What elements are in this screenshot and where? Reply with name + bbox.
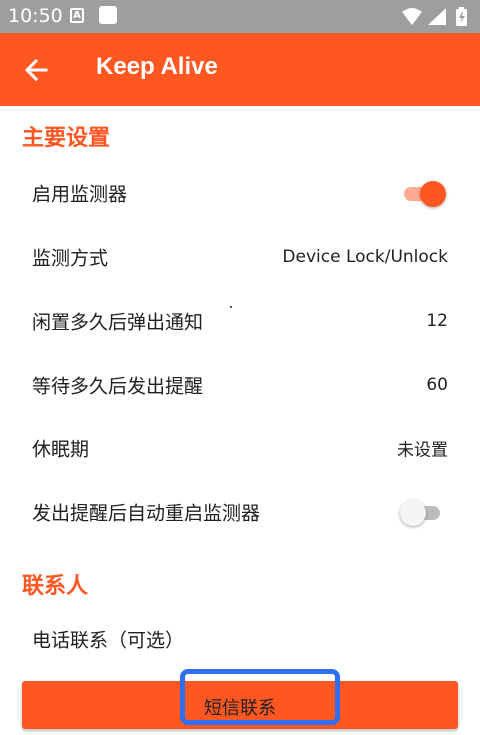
- wait-alert-value: 60: [426, 375, 448, 395]
- status-time: 10:50: [8, 5, 63, 27]
- idle-notify-label: 闲置多久后弹出通知: [32, 311, 204, 334]
- page-title: Keep Alive: [96, 53, 218, 80]
- auto-restart-label: 发出提醒后自动重启监测器: [32, 502, 261, 525]
- stray-dot: [230, 306, 232, 308]
- wifi-icon: [402, 8, 422, 25]
- phone-contact-label: 电话联系（可选）: [32, 629, 185, 652]
- notification-square-icon: [99, 6, 117, 24]
- rest-period-label: 休眠期: [32, 438, 90, 461]
- idle-notify-row[interactable]: 闲置多久后弹出通知 12: [0, 289, 480, 353]
- enable-monitor-row[interactable]: 启用监测器: [0, 161, 480, 225]
- signal-icon: [428, 8, 446, 25]
- section-title-main-settings: 主要设置: [22, 126, 111, 151]
- sms-contact-button[interactable]: 短信联系: [22, 681, 458, 729]
- auto-restart-row[interactable]: 发出提醒后自动重启监测器: [0, 480, 480, 544]
- app-bar: Keep Alive: [0, 33, 480, 106]
- wait-alert-label: 等待多久后发出提醒: [32, 375, 204, 398]
- back-button[interactable]: [18, 51, 56, 89]
- idle-notify-value: 12: [426, 311, 448, 331]
- section-title-contacts: 联系人: [22, 574, 89, 599]
- enable-monitor-switch[interactable]: [400, 179, 446, 207]
- enable-monitor-label: 启用监测器: [32, 183, 128, 206]
- rest-period-row[interactable]: 休眠期 未设置: [0, 416, 480, 480]
- status-bar: 10:50 A: [0, 0, 480, 33]
- monitor-mode-label: 监测方式: [32, 247, 109, 270]
- status-icons: [402, 7, 467, 26]
- auto-restart-switch[interactable]: [400, 498, 446, 526]
- sms-contact-label: 短信联系: [204, 698, 276, 719]
- switch-thumb: [420, 181, 446, 207]
- notification-a-icon: A: [70, 8, 84, 23]
- phone-contact-row[interactable]: 电话联系（可选）: [0, 607, 480, 671]
- arrow-back-icon: [24, 58, 48, 82]
- battery-icon: [456, 7, 467, 26]
- switch-thumb: [400, 500, 426, 526]
- rest-period-value: 未设置: [397, 440, 448, 461]
- monitor-mode-row[interactable]: 监测方式 Device Lock/Unlock: [0, 225, 480, 289]
- wait-alert-row[interactable]: 等待多久后发出提醒 60: [0, 353, 480, 417]
- monitor-mode-value: Device Lock/Unlock: [282, 247, 448, 267]
